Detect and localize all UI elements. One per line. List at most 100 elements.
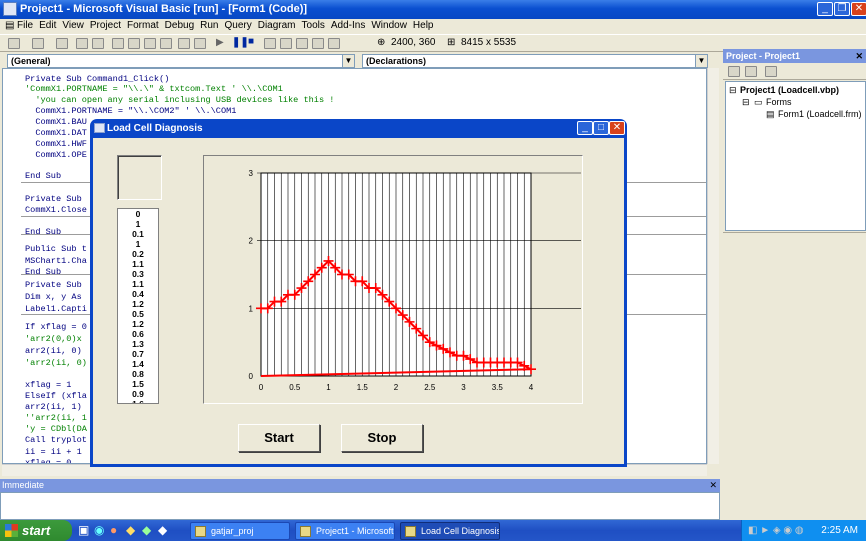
code-line[interactable]: End Sub xyxy=(25,227,61,237)
code-line[interactable]: ii = ii + 1 xyxy=(25,447,82,457)
list-item[interactable]: 1.3 xyxy=(118,339,158,349)
tray-icons[interactable]: ◧ ► ◈ ◉ ◍ xyxy=(748,520,804,541)
end-icon[interactable]: ■ xyxy=(248,36,254,47)
window-title-bar[interactable]: Project1 - Microsoft Visual Basic [run] … xyxy=(0,0,866,19)
menu-tools[interactable]: Tools xyxy=(299,19,328,33)
view-code-icon[interactable] xyxy=(728,66,740,77)
undo-icon[interactable] xyxy=(178,38,190,49)
find-icon[interactable] xyxy=(160,38,172,49)
list-item[interactable]: 1.1 xyxy=(118,279,158,289)
menu-window[interactable]: Window xyxy=(368,19,410,33)
break-icon[interactable]: ❚❚ xyxy=(232,37,249,48)
media-icon[interactable]: ● xyxy=(110,523,117,537)
redo-icon[interactable] xyxy=(194,38,206,49)
menu-debug[interactable]: Debug xyxy=(162,19,197,33)
code-line[interactable]: ElseIf (xfla xyxy=(25,391,87,401)
list-item[interactable]: 0.1 xyxy=(118,229,158,239)
cut-icon[interactable] xyxy=(112,38,124,49)
object-combo[interactable]: (General) ▼ xyxy=(7,54,355,68)
code-line[interactable]: Public Sub t xyxy=(25,244,87,254)
code-line[interactable]: Private Sub xyxy=(25,280,82,290)
close-button[interactable]: ✕ xyxy=(851,2,866,16)
list-item[interactable]: 1.6 xyxy=(118,399,158,403)
list-item[interactable]: 1.2 xyxy=(118,319,158,329)
code-line[interactable]: CommX1.Close xyxy=(25,205,87,215)
project-explorer-icon[interactable] xyxy=(264,38,276,49)
tree-forms-folder[interactable]: Forms xyxy=(766,97,792,107)
list-item[interactable]: 1 xyxy=(118,239,158,249)
desktop-icon[interactable]: ▣ xyxy=(78,523,89,537)
list-item[interactable]: 0.7 xyxy=(118,349,158,359)
code-line[interactable]: 'CommX1.PORTNAME = "\\.\" & txtcom.Text … xyxy=(25,84,283,94)
immediate-window[interactable] xyxy=(0,492,720,520)
chevron-down-icon[interactable]: ▼ xyxy=(695,55,707,67)
tree-project-root[interactable]: Project1 (Loadcell.vbp) xyxy=(740,85,839,95)
stop-button[interactable]: Stop xyxy=(341,424,423,452)
dialog-maximize-button[interactable]: □ xyxy=(593,121,609,135)
menu-query[interactable]: Query xyxy=(221,19,254,33)
menu-help[interactable]: Help xyxy=(410,19,437,33)
list-item[interactable]: 0.6 xyxy=(118,329,158,339)
code-line[interactable]: CommX1.DAT xyxy=(25,128,87,138)
restore-button[interactable]: ❐ xyxy=(834,2,850,16)
code-line[interactable]: CommX1.OPE xyxy=(25,150,87,160)
list-item[interactable]: 0.2 xyxy=(118,249,158,259)
procedure-combo[interactable]: (Declarations) ▼ xyxy=(362,54,708,68)
menu-addins[interactable]: Add-Ins xyxy=(328,19,368,33)
taskbar-item-vb[interactable]: Project1 - Microsoft V... xyxy=(295,522,395,540)
list-item[interactable]: 0.4 xyxy=(118,289,158,299)
taskbar-item-loadcell[interactable]: Load Cell Diagnosis xyxy=(400,522,500,540)
menu-view[interactable]: View xyxy=(59,19,87,33)
quicklaunch-icon[interactable]: ◆ xyxy=(126,523,135,537)
list-item[interactable]: 0.3 xyxy=(118,269,158,279)
properties-icon[interactable] xyxy=(280,38,292,49)
list-item[interactable]: 1.5 xyxy=(118,379,158,389)
menu-file[interactable]: File xyxy=(14,19,36,33)
minimize-button[interactable]: _ xyxy=(817,2,833,16)
menu-diagram[interactable]: Diagram xyxy=(255,19,299,33)
code-line[interactable]: Private Sub Command1_Click() xyxy=(25,74,169,84)
toolbox-icon[interactable] xyxy=(328,38,340,49)
toggle-folders-icon[interactable] xyxy=(765,66,777,77)
code-line[interactable]: CommX1.PORTNAME = "\\.\COM2" ' \\.\COM1 xyxy=(25,106,236,116)
list-item[interactable]: 0 xyxy=(118,209,158,219)
code-line[interactable]: CommX1.BAU xyxy=(25,117,87,127)
list-item[interactable]: 1.1 xyxy=(118,259,158,269)
copy-icon[interactable] xyxy=(128,38,140,49)
dialog-minimize-button[interactable]: _ xyxy=(577,121,593,135)
quicklaunch-icon-3[interactable]: ◆ xyxy=(158,523,167,537)
code-line[interactable]: MSChart1.Cha xyxy=(25,256,87,266)
list-item[interactable]: 0.9 xyxy=(118,389,158,399)
chevron-down-icon[interactable]: ▼ xyxy=(342,55,354,67)
form-layout-icon[interactable] xyxy=(296,38,308,49)
menu-run[interactable]: Run xyxy=(197,19,221,33)
quicklaunch-icon-2[interactable]: ◆ xyxy=(142,523,151,537)
list-item[interactable]: 0.5 xyxy=(118,309,158,319)
paste-icon[interactable] xyxy=(144,38,156,49)
save-icon[interactable] xyxy=(92,38,104,49)
collapse-icon[interactable]: ⊟ xyxy=(742,97,750,108)
value-list[interactable]: 0 1 0.1 1 0.2 1.1 0.3 1.1 0.4 1.2 0.5 1.2 0.6 1.3 0.7 1… xyxy=(117,208,159,404)
open-icon[interactable] xyxy=(76,38,88,49)
start-button[interactable]: Start xyxy=(238,424,320,452)
code-line[interactable]: arr2(ii, 0) xyxy=(25,346,82,356)
run-icon[interactable]: ▶ xyxy=(216,37,224,48)
code-line[interactable]: Dim x, y As xyxy=(25,292,82,302)
menu-editor-icon[interactable] xyxy=(56,38,68,49)
code-vertical-scrollbar[interactable] xyxy=(707,68,719,464)
code-line[interactable]: End Sub xyxy=(25,267,61,277)
list-item[interactable]: 1.4 xyxy=(118,359,158,369)
add-form-icon[interactable] xyxy=(32,38,44,49)
code-line[interactable]: ''arr2(ii, 1 xyxy=(25,413,87,423)
code-line[interactable]: Call tryplot xyxy=(25,435,87,445)
list-item[interactable]: 0.8 xyxy=(118,369,158,379)
list-item[interactable]: 1 xyxy=(118,219,158,229)
code-line[interactable]: arr2(ii, 1) xyxy=(25,402,82,412)
taskbar-item-gatjar[interactable]: gatjar_proj xyxy=(190,522,290,540)
add-project-icon[interactable] xyxy=(8,38,20,49)
code-line[interactable]: CommX1.HWF xyxy=(25,139,87,149)
code-line[interactable]: Label1.Capti xyxy=(25,304,87,314)
close-icon[interactable]: ✕ xyxy=(709,479,717,492)
browser-icon[interactable]: ◉ xyxy=(94,523,104,537)
view-object-icon[interactable] xyxy=(745,66,757,77)
